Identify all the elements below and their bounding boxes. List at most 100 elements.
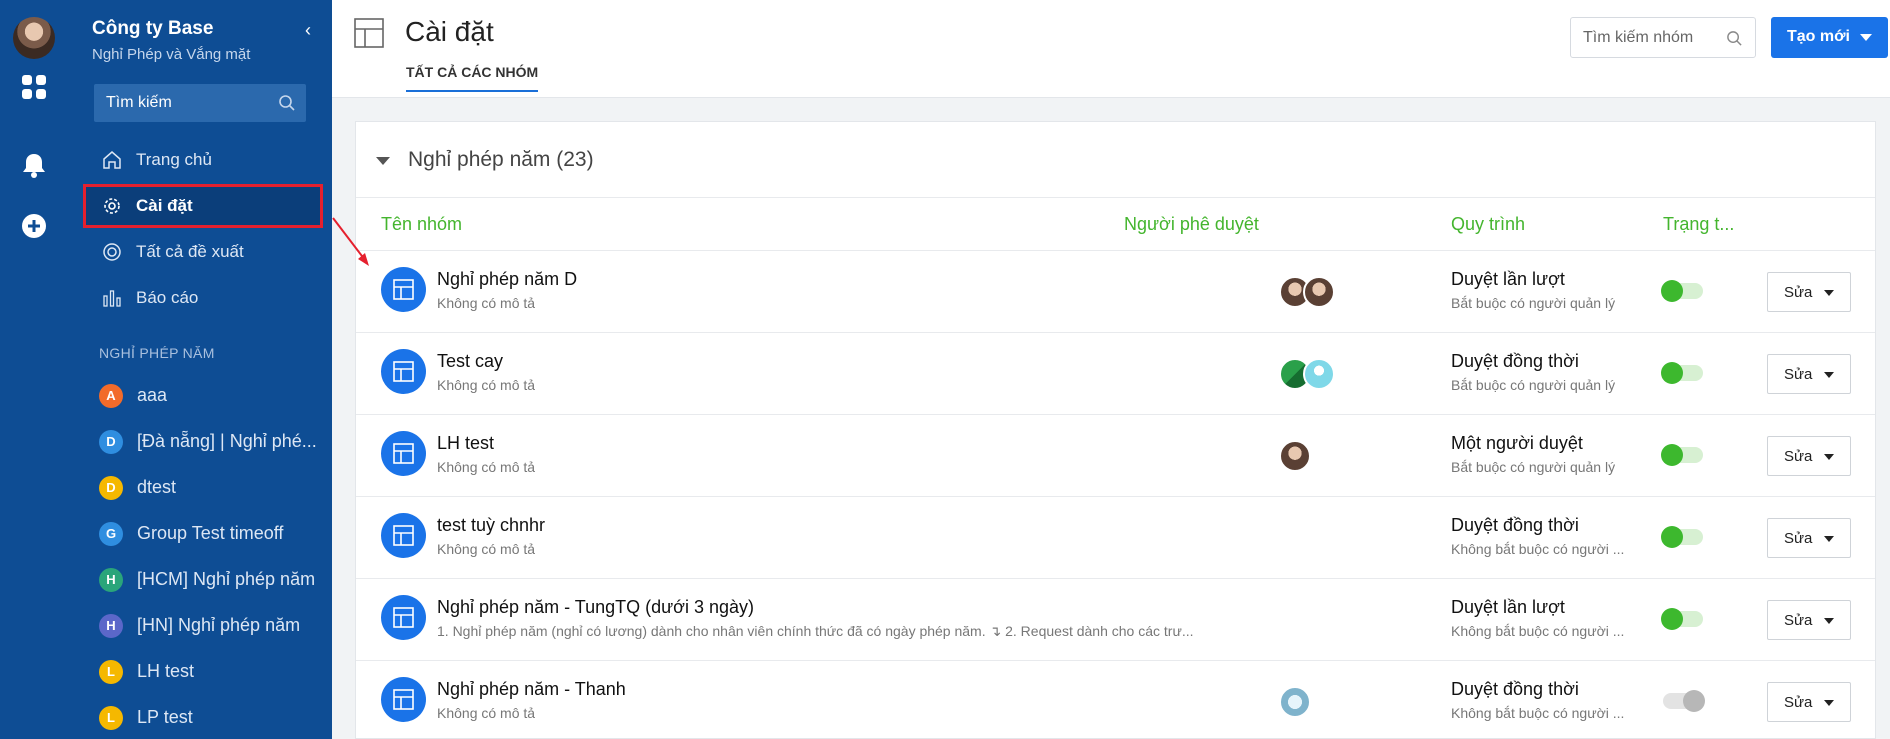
- group-name[interactable]: Nghỉ phép năm - TungTQ (dưới 3 ngày): [437, 597, 754, 618]
- process-type: Duyệt đồng thời: [1451, 679, 1579, 699]
- group-label: aaa: [137, 385, 168, 405]
- edit-button[interactable]: Sửa: [1767, 682, 1851, 722]
- group-description: Không có mô tả: [437, 377, 536, 393]
- sidebar-group-item[interactable]: L LP test: [68, 698, 332, 738]
- sidebar-group-item[interactable]: D [Đà nẵng] | Nghỉ phé...: [68, 422, 332, 462]
- approver-avatar: [1303, 276, 1335, 308]
- table-row[interactable]: LH test Không có mô tả Một người duyệt B…: [356, 414, 1875, 496]
- group-section-header[interactable]: Nghỉ phép năm (23): [356, 122, 1875, 198]
- approver-avatar: [1279, 440, 1311, 472]
- group-search-placeholder: Tìm kiếm nhóm: [1583, 29, 1694, 46]
- group-name[interactable]: Test cay: [437, 351, 503, 372]
- edit-button[interactable]: Sửa: [1767, 436, 1851, 476]
- caret-down-icon: [1824, 454, 1834, 460]
- caret-down-icon: [1824, 372, 1834, 378]
- caret-down-icon: [376, 157, 390, 165]
- table-row[interactable]: Nghỉ phép năm - Thanh Không có mô tả Duy…: [356, 660, 1875, 739]
- group-name[interactable]: LH test: [437, 433, 494, 454]
- nav-item-label: Trang chủ: [136, 150, 212, 169]
- group-description: Không có mô tả: [437, 295, 536, 311]
- group-letter-badge: D: [99, 430, 123, 454]
- process-requirement: Không bắt buộc có người ...: [1451, 705, 1625, 721]
- group-label: LP test: [137, 707, 193, 727]
- layout-icon: [354, 18, 384, 48]
- nav-item-label: Tất cả đề xuất: [136, 242, 244, 261]
- edit-button[interactable]: Sửa: [1767, 272, 1851, 312]
- nav-item-home[interactable]: Trang chủ: [68, 138, 332, 182]
- group-card: Nghỉ phép năm (23) Tên nhóm Người phê du…: [355, 121, 1876, 739]
- process-type: Duyệt đồng thời: [1451, 515, 1579, 535]
- add-circle-icon[interactable]: [20, 212, 48, 240]
- module-name: Nghỉ Phép và Vắng mặt: [92, 46, 251, 63]
- nav-item-reports[interactable]: Báo cáo: [68, 276, 332, 320]
- tab-all-groups[interactable]: TẤT CẢ CÁC NHÓM: [406, 64, 539, 92]
- nav-item-all-requests[interactable]: Tất cả đề xuất: [68, 230, 332, 274]
- group-letter-badge: H: [99, 568, 123, 592]
- sidebar-group-item[interactable]: A aaa: [68, 376, 332, 416]
- process-requirement: Không bắt buộc có người ...: [1451, 541, 1625, 557]
- edit-button[interactable]: Sửa: [1767, 518, 1851, 558]
- status-toggle[interactable]: [1661, 444, 1703, 466]
- process-requirement: Bắt buộc có người quản lý: [1451, 295, 1616, 311]
- bell-icon[interactable]: [20, 151, 48, 179]
- apps-grid-icon[interactable]: [20, 73, 48, 101]
- caret-down-icon: [1860, 34, 1872, 41]
- group-letter-badge: L: [99, 706, 123, 730]
- group-name[interactable]: Nghỉ phép năm D: [437, 269, 577, 290]
- column-header-status: Trạng t...: [1663, 214, 1735, 234]
- collapse-sidebar-icon[interactable]: ‹: [305, 20, 311, 41]
- group-letter-badge: H: [99, 614, 123, 638]
- process-requirement: Bắt buộc có người quản lý: [1451, 377, 1616, 393]
- sidebar-search-input[interactable]: Tìm kiếm: [94, 84, 306, 122]
- create-new-button[interactable]: Tạo mới: [1771, 17, 1888, 58]
- edit-label: Sửa: [1784, 530, 1813, 547]
- process-type: Một người duyệt: [1451, 433, 1583, 453]
- company-name: Công ty Base: [92, 18, 214, 39]
- column-header-approver: Người phê duyệt: [1124, 214, 1259, 234]
- sidebar-group-item[interactable]: G Group Test timeoff: [68, 514, 332, 554]
- nav-item-label: Báo cáo: [136, 288, 199, 307]
- group-icon: [381, 349, 426, 394]
- group-description: Không có mô tả: [437, 541, 536, 557]
- user-avatar[interactable]: [13, 17, 55, 59]
- group-letter-badge: L: [99, 660, 123, 684]
- group-search-input[interactable]: Tìm kiếm nhóm: [1570, 17, 1756, 58]
- page-header: Cài đặt TẤT CẢ CÁC NHÓM Tìm kiếm nhóm Tạ…: [332, 0, 1890, 98]
- status-toggle[interactable]: [1663, 690, 1705, 712]
- status-toggle[interactable]: [1661, 280, 1703, 302]
- create-new-label: Tạo mới: [1787, 28, 1850, 45]
- edit-button[interactable]: Sửa: [1767, 354, 1851, 394]
- group-description: Không có mô tả: [437, 705, 536, 721]
- nav-item-label: Cài đặt: [136, 196, 193, 215]
- approver-avatar: [1303, 358, 1335, 390]
- sidebar-group-item[interactable]: L LH test: [68, 652, 332, 692]
- edit-button[interactable]: Sửa: [1767, 600, 1851, 640]
- group-icon: [381, 595, 426, 640]
- group-icon: [381, 431, 426, 476]
- process-type: Duyệt lần lượt: [1451, 597, 1565, 617]
- column-header-process: Quy trình: [1451, 214, 1526, 234]
- table-row[interactable]: Test cay Không có mô tả Duyệt đồng thời …: [356, 332, 1875, 414]
- status-toggle[interactable]: [1661, 608, 1703, 630]
- table-row[interactable]: test tuỳ chnhr Không có mô tả Duyệt đồng…: [356, 496, 1875, 578]
- group-label: dtest: [137, 477, 177, 497]
- status-toggle[interactable]: [1661, 362, 1703, 384]
- sidebar-group-item[interactable]: H [HN] Nghỉ phép năm: [68, 606, 332, 646]
- search-icon: [279, 95, 295, 111]
- table-row[interactable]: Nghỉ phép năm - TungTQ (dưới 3 ngày) 1. …: [356, 578, 1875, 660]
- sidebar-group-item[interactable]: H [HCM] Nghỉ phép năm: [68, 560, 332, 600]
- table-row[interactable]: Nghỉ phép năm D Không có mô tả Duyệt lần…: [356, 250, 1875, 332]
- sidebar-group-item[interactable]: D dtest: [68, 468, 332, 508]
- process-type: Duyệt đồng thời: [1451, 351, 1579, 371]
- group-name[interactable]: Nghỉ phép năm - Thanh: [437, 679, 626, 700]
- group-name[interactable]: test tuỳ chnhr: [437, 515, 545, 536]
- process-requirement: Không bắt buộc có người ...: [1451, 623, 1625, 639]
- edit-label: Sửa: [1784, 284, 1813, 301]
- approver-avatar: [1279, 686, 1311, 718]
- status-toggle[interactable]: [1661, 526, 1703, 548]
- edit-label: Sửa: [1784, 694, 1813, 711]
- group-label: LH test: [137, 661, 195, 681]
- nav-item-settings[interactable]: Cài đặt: [83, 184, 323, 228]
- gear-icon: [104, 198, 120, 214]
- home-icon: [103, 151, 121, 169]
